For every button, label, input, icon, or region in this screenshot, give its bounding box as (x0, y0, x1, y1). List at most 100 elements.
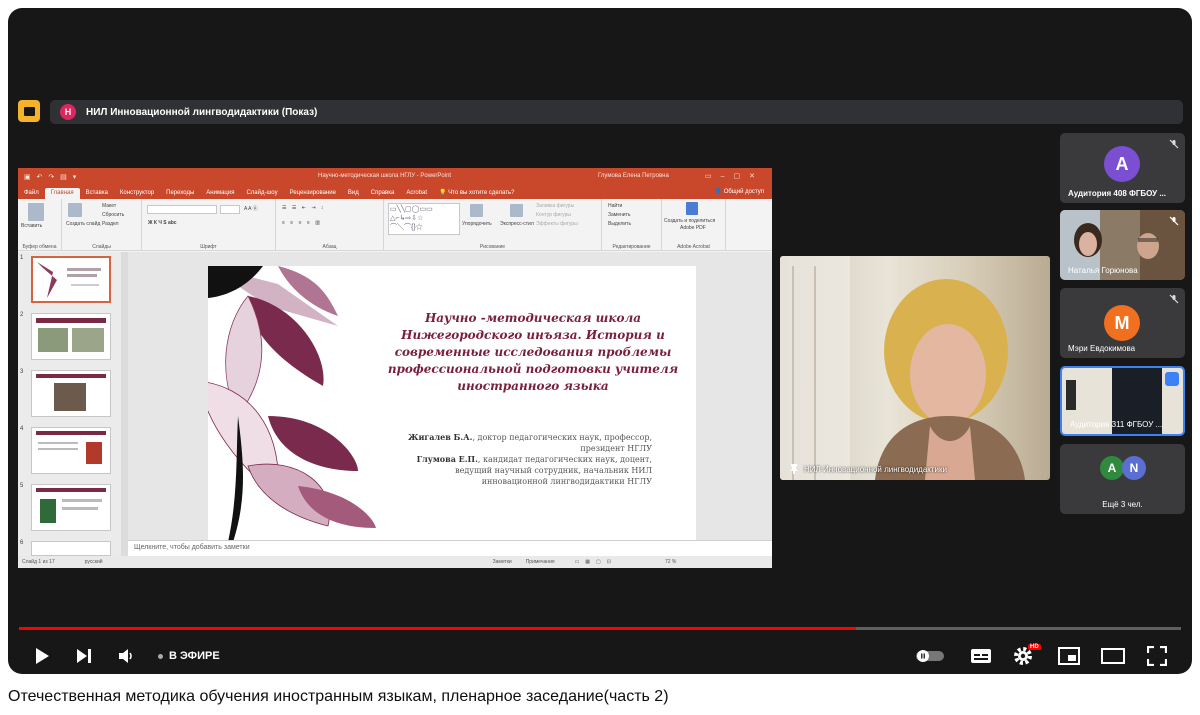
shape-outline-button[interactable]: Контур фигуры (536, 212, 571, 218)
menu-animation[interactable]: Анимация (200, 190, 240, 199)
ppt-status-bar: Слайд 1 из 17 русский Заметки Примечания… (18, 556, 772, 568)
settings-button[interactable]: HD (1008, 642, 1041, 670)
font-name-input[interactable] (147, 205, 217, 214)
hd-badge: HD (1028, 644, 1041, 650)
shape-fill-button[interactable]: Заливка фигуры (536, 203, 574, 209)
menu-tell-me[interactable]: 💡 Что вы хотите сделать? (433, 189, 520, 199)
menu-home[interactable]: Главная (44, 188, 80, 199)
font-format-icons[interactable]: Ж К Ч S abc (148, 220, 177, 226)
find-button[interactable]: Найти (608, 203, 622, 209)
arrange-label[interactable]: Упорядочить (462, 221, 492, 227)
pin-icon[interactable] (790, 464, 798, 474)
section-button[interactable]: Раздел (102, 221, 119, 227)
avatar: М (1104, 305, 1140, 341)
slide-thumbnail[interactable] (31, 484, 111, 531)
mic-off-icon (1169, 139, 1179, 149)
slide-thumbnail[interactable] (31, 256, 111, 303)
powerpoint-window[interactable]: ▣ ↶ ↷ ▤ ▾ Научно-методическая школа НГЛУ… (18, 168, 772, 568)
menu-review[interactable]: Рецензирование (284, 190, 342, 199)
conference-avatar: Н (60, 104, 76, 120)
conference-title-pill[interactable]: Н НИЛ Инновационной лингводидактики (Пок… (50, 100, 1183, 124)
select-button[interactable]: Выделить (608, 221, 631, 227)
paste-icon[interactable] (28, 203, 44, 221)
menu-help[interactable]: Справка (365, 190, 401, 199)
progress-bar[interactable] (19, 627, 1181, 630)
express-styles-icon[interactable] (510, 204, 523, 217)
conference-title: НИЛ Инновационной лингводидактики (Показ… (86, 106, 318, 118)
align-icons[interactable]: ≡ ≡ ≡ ≡ ▥ (282, 220, 322, 226)
share-button[interactable]: 👤 Общий доступ (715, 188, 764, 195)
new-slide-icon[interactable] (68, 203, 82, 217)
paste-label[interactable]: Вставить (21, 223, 42, 229)
speaking-indicator-icon (1165, 372, 1179, 386)
title-line: Нижегородского инъяза. История и (401, 328, 665, 342)
menu-file[interactable]: Файл (18, 190, 45, 199)
next-button[interactable] (72, 642, 96, 670)
ribbon-adobe: Создать и поделиться Adobe PDF Adobe Acr… (662, 199, 726, 251)
ppt-doc-title: Научно-методическая школа НГЛУ - PowerPo… (318, 173, 452, 179)
arrange-icon[interactable] (470, 204, 483, 217)
new-slide-label[interactable]: Создать слайд (66, 221, 100, 227)
quick-access-icons[interactable]: ▣ ↶ ↷ ▤ ▾ (24, 173, 78, 181)
adobe-group-label: Adobe Acrobat (677, 244, 710, 250)
replace-button[interactable]: Заменить (608, 212, 630, 218)
author2-credentials: , кандидат педагогических наук, доцент, (477, 455, 652, 464)
theater-mode-button[interactable] (1098, 642, 1128, 670)
font-size-input[interactable] (220, 205, 240, 214)
notes-button[interactable]: Заметки (493, 559, 512, 565)
menu-slideshow[interactable]: Слайд-шоу (240, 190, 283, 199)
slide-thumbnail[interactable] (31, 427, 111, 474)
speaker-video[interactable]: НИЛ Инновационной лингводидактики (780, 256, 1050, 480)
play-button[interactable] (30, 642, 54, 670)
slide-thumbnail[interactable] (31, 370, 111, 417)
adobe-create-label[interactable]: Создать и поделиться (664, 218, 715, 224)
ppt-menu-bar: Файл Главная Вставка Конструктор Переход… (18, 185, 772, 199)
app-logo-icon[interactable] (18, 100, 40, 122)
menu-acrobat[interactable]: Acrobat (400, 190, 433, 199)
autoplay-toggle[interactable] (914, 642, 946, 670)
participant-tile[interactable]: А Аудитория 408 ФГБОУ ... (1060, 133, 1185, 203)
participant-tile[interactable]: М Мэри Евдокимова (1060, 288, 1185, 358)
slide-authors[interactable]: Жигалев Б.А., доктор педагогических наук… (408, 432, 652, 487)
ribbon-slides: Создать слайд Макет Сбросить Раздел Слай… (62, 199, 142, 251)
menu-view[interactable]: Вид (342, 190, 365, 199)
adobe-pdf-icon[interactable] (686, 202, 698, 215)
notes-pane[interactable]: Щелкните, чтобы добавить заметки (128, 540, 772, 556)
avatar: А (1104, 146, 1140, 182)
menu-insert[interactable]: Вставка (80, 190, 114, 199)
live-indicator[interactable]: В ЭФИРЕ (158, 650, 220, 662)
notes-placeholder: Щелкните, чтобы добавить заметки (134, 544, 250, 551)
main-slide[interactable]: Научно -методическая школа Нижегородског… (208, 266, 696, 542)
participant-tile-active[interactable]: Аудитория 311 ФГБОУ ... (1060, 366, 1185, 436)
more-participants-tile[interactable]: А N Ещё 3 чел. (1060, 444, 1185, 514)
zoom-level[interactable]: 72 % (665, 559, 676, 565)
list-icons[interactable]: ☰ ☰ ⇤ ⇥ ↕ (282, 205, 325, 211)
volume-button[interactable] (114, 642, 138, 670)
slide-thumbnail[interactable] (31, 313, 111, 360)
ribbon-paragraph: ☰ ☰ ⇤ ⇥ ↕ ≡ ≡ ≡ ≡ ▥ Абзац (276, 199, 384, 251)
thumb-number: 3 (20, 369, 24, 375)
thumbnails-scrollbar[interactable] (121, 252, 128, 556)
menu-transitions[interactable]: Переходы (160, 190, 200, 199)
menu-design[interactable]: Конструктор (114, 190, 160, 199)
participant-tile[interactable]: Наталья Горюнова (1060, 210, 1185, 280)
fullscreen-icon (1147, 646, 1167, 666)
window-controls-icon[interactable]: ▭–▢✕ (705, 172, 764, 180)
comments-button[interactable]: Примечания (526, 559, 555, 565)
adobe-pdf-label[interactable]: Adobe PDF (680, 225, 706, 231)
view-mode-icons[interactable]: ▭▦▢⊡ (575, 559, 617, 565)
slide-thumbnails-pane[interactable]: 1 2 3 4 5 6 (18, 252, 128, 556)
subtitles-button[interactable] (966, 642, 996, 670)
miniplayer-button[interactable] (1054, 642, 1084, 670)
shape-effects-button[interactable]: Эффекты фигуры (536, 221, 578, 227)
slide-thumbnail[interactable] (31, 541, 111, 556)
express-styles-label[interactable]: Экспресс-стили (500, 221, 534, 227)
shapes-gallery[interactable]: ▭╲╲▢◯▭▭ △⌐↳⇨⇩☆ ⌒╲⌒{}☆ (388, 203, 460, 235)
fullscreen-button[interactable] (1142, 642, 1172, 670)
language-indicator[interactable]: русский (85, 559, 103, 565)
reset-button[interactable]: Сбросить (102, 212, 124, 218)
slide-title[interactable]: Научно -методическая школа Нижегородског… (368, 310, 696, 395)
layout-button[interactable]: Макет (102, 203, 116, 209)
video-player[interactable]: Н НИЛ Инновационной лингводидактики (Пок… (8, 8, 1192, 674)
font-grow-icon[interactable]: A A Ⓐ (244, 205, 258, 212)
